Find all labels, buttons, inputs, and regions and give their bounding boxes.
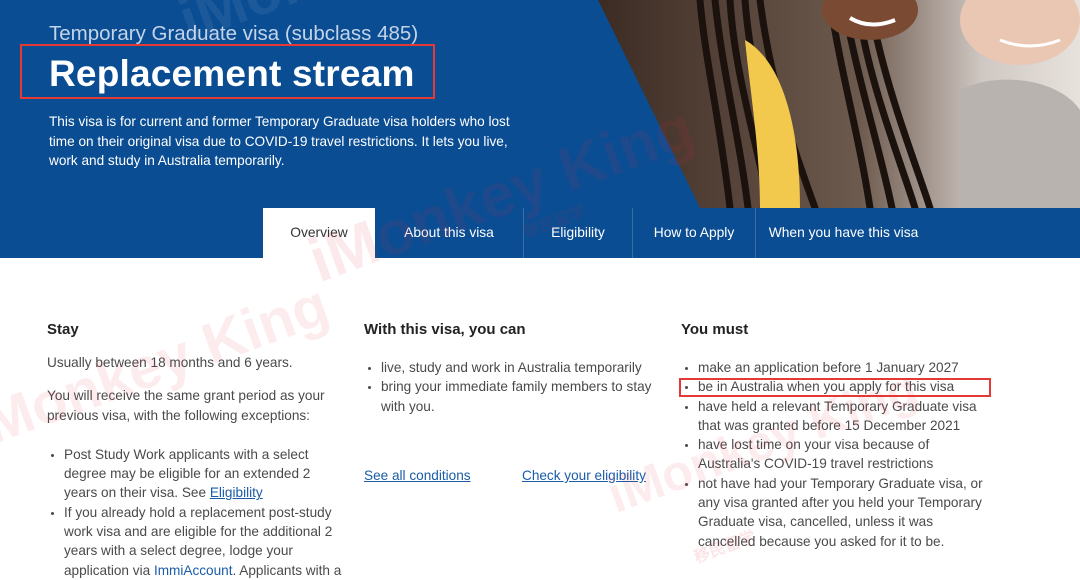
you-must-heading: You must [681,321,749,338]
hero-description: This visa is for current and former Temp… [49,114,510,168]
list-item: make an application before 1 January 202… [698,358,991,377]
tab-when-you-have-this-visa[interactable]: When you have this visa [756,208,931,258]
list-item-text: . Applicants with a [232,562,342,578]
stay-grant-period: You will receive the same grant period a… [47,388,325,423]
you-must-list: make an application before 1 January 202… [681,353,991,551]
tab-overview[interactable]: Overview [263,208,375,258]
list-item: live, study and work in Australia tempor… [381,358,659,377]
tab-navigation: Overview About this visa Eligibility How… [263,208,931,258]
list-item: not have had your Temporary Graduate vis… [698,474,991,551]
page-subtitle: Temporary Graduate visa (subclass 485) [49,22,419,45]
stay-heading: Stay [47,321,79,338]
with-visa-heading: With this visa, you can [364,321,526,338]
list-item: Post Study Work applicants with a select… [64,445,347,503]
tab-eligibility[interactable]: Eligibility [524,208,632,258]
tab-about-this-visa[interactable]: About this visa [375,208,523,258]
stay-duration: Usually between 18 months and 6 years. [47,355,293,370]
stay-exceptions-list: Post Study Work applicants with a select… [47,445,347,580]
tab-how-to-apply[interactable]: How to Apply [633,208,755,258]
stay-section: Stay Usually between 18 months and 6 yea… [47,320,347,580]
you-must-section: You must make an application before 1 Ja… [681,320,991,551]
list-item: If you already hold a replacement post-s… [64,503,347,580]
list-item: bring your immediate family members to s… [381,377,659,416]
list-item-text: Post Study Work applicants with a select… [64,446,311,501]
with-visa-section: With this visa, you can live, study and … [364,320,659,416]
list-item: have held a relevant Temporary Graduate … [698,397,991,436]
list-item: be in Australia when you apply for this … [698,377,991,396]
immiaccount-link[interactable]: ImmiAccount [154,563,233,578]
list-item: have lost time on your visa because of A… [698,435,991,474]
see-all-conditions-link[interactable]: See all conditions [364,468,471,483]
with-visa-list: live, study and work in Australia tempor… [364,353,659,416]
check-eligibility-link[interactable]: Check your eligibility [522,468,646,483]
page-title: Replacement stream [49,53,415,94]
eligibility-link[interactable]: Eligibility [210,485,263,500]
